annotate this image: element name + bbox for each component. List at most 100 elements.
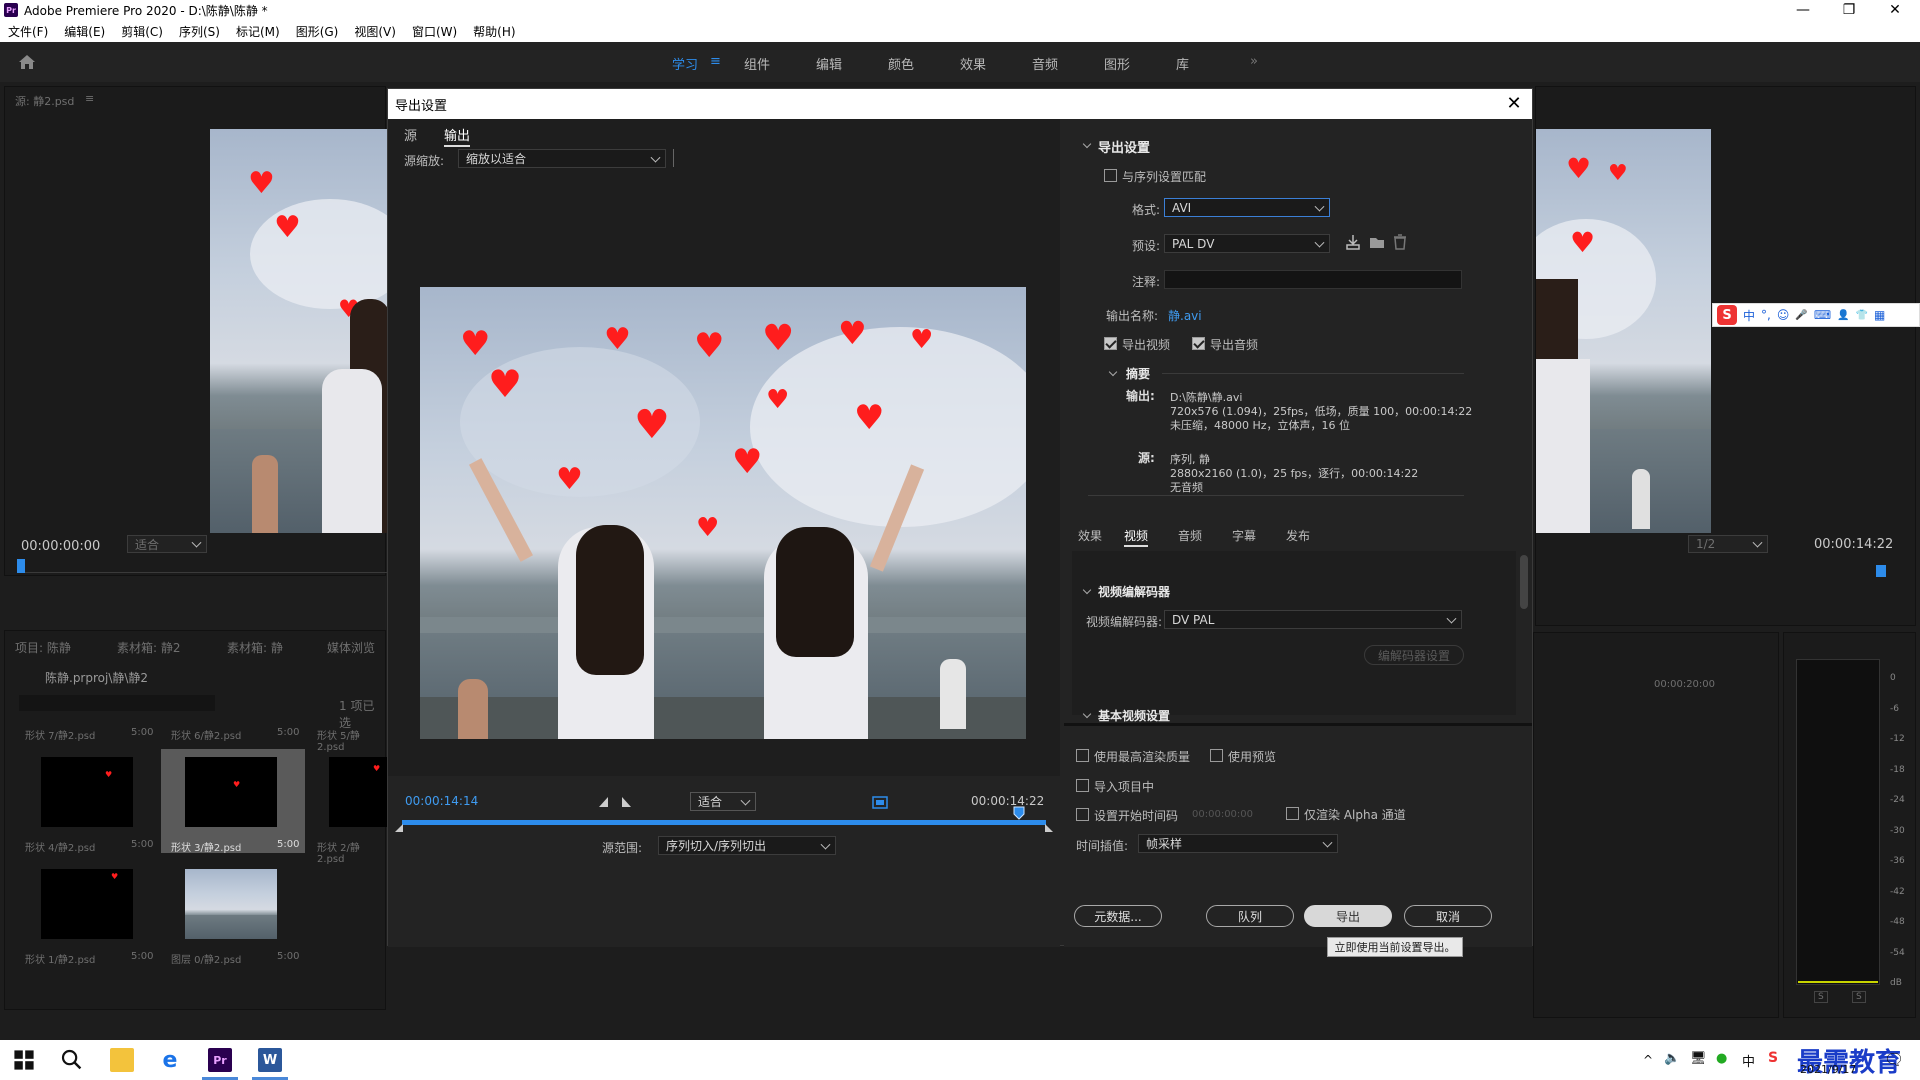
time-interpolation-select[interactable]: 帧采样: [1138, 834, 1338, 853]
close-button[interactable]: ✕: [1872, 0, 1918, 20]
source-range-select[interactable]: 序列切入/序列切出: [658, 836, 836, 855]
source-zoom-select[interactable]: 适合: [127, 535, 207, 553]
windows-start-icon[interactable]: [12, 1048, 36, 1072]
preview-fit-select[interactable]: 适合: [690, 792, 756, 811]
project-search-input[interactable]: [19, 695, 215, 711]
comment-input[interactable]: [1164, 270, 1462, 289]
panel-menu-icon[interactable]: ≡: [85, 92, 94, 105]
word-taskbar-icon[interactable]: W: [258, 1048, 282, 1072]
workspace-more-icon[interactable]: »: [1250, 54, 1258, 69]
export-settings-header[interactable]: 导出设置: [1098, 137, 1150, 156]
project-thumbnail[interactable]: ♥: [185, 757, 277, 827]
source-monitor-title[interactable]: 源: 静2.psd: [15, 93, 74, 109]
workspace-tab-assembly[interactable]: 组件: [744, 54, 770, 73]
file-explorer-icon[interactable]: [110, 1048, 134, 1072]
export-button[interactable]: 导出: [1304, 905, 1392, 927]
import-into-project-checkbox[interactable]: [1076, 779, 1089, 792]
set-start-timecode-checkbox[interactable]: [1076, 808, 1089, 821]
premiere-taskbar-icon[interactable]: Pr: [208, 1048, 232, 1072]
menu-clip[interactable]: 剪辑(C): [113, 23, 171, 40]
max-render-quality-checkbox[interactable]: [1076, 749, 1089, 762]
project-thumbnail[interactable]: ♥: [329, 757, 387, 827]
menu-markers[interactable]: 标记(M): [228, 23, 288, 40]
tray-ime-indicator[interactable]: 中: [1742, 1051, 1755, 1070]
menu-file[interactable]: 文件(F): [0, 23, 56, 40]
volume-icon[interactable]: 🔈: [1664, 1051, 1680, 1066]
queue-button[interactable]: 队列: [1206, 905, 1294, 927]
menu-help[interactable]: 帮助(H): [465, 23, 523, 40]
settings-tab-captions[interactable]: 字幕: [1232, 527, 1256, 544]
tab-output[interactable]: 输出: [444, 125, 471, 147]
source-scale-select[interactable]: 缩放以适合: [458, 149, 666, 168]
project-thumbnail[interactable]: ♥: [41, 757, 133, 827]
metadata-button[interactable]: 元数据...: [1074, 905, 1162, 927]
edge-browser-icon[interactable]: e: [158, 1048, 182, 1073]
program-zoom-select[interactable]: 1/2: [1688, 535, 1768, 553]
set-in-point-icon[interactable]: [598, 796, 610, 808]
project-tab[interactable]: 项目: 陈静: [15, 639, 71, 656]
project-thumbnail[interactable]: ♥: [41, 869, 133, 939]
delete-preset-icon[interactable]: [1392, 233, 1408, 251]
bin-tab-jing[interactable]: 素材箱: 静: [227, 639, 283, 656]
workspace-tab-learn[interactable]: 学习: [672, 54, 698, 73]
ime-toolbox-icon[interactable]: ▦: [1874, 308, 1885, 322]
tab-source[interactable]: 源: [404, 125, 417, 144]
taskbar-date[interactable]: 2021/9/17: [1800, 1063, 1856, 1076]
workspace-tab-libraries[interactable]: 库: [1176, 54, 1189, 73]
source-time-ruler[interactable]: [17, 561, 387, 573]
ime-emoji-icon[interactable]: ☺: [1777, 308, 1790, 322]
search-icon[interactable]: [60, 1048, 84, 1072]
ime-skin-icon[interactable]: 👕: [1856, 310, 1868, 321]
ime-user-icon[interactable]: 👤: [1837, 310, 1849, 321]
import-preset-icon[interactable]: [1368, 233, 1386, 251]
menu-edit[interactable]: 编辑(E): [56, 23, 113, 40]
settings-tab-publish[interactable]: 发布: [1286, 527, 1310, 544]
solo-button[interactable]: S: [1814, 991, 1828, 1003]
video-codec-select[interactable]: DV PAL: [1164, 610, 1462, 629]
dialog-close-icon[interactable]: ✕: [1504, 93, 1524, 114]
aspect-ratio-correction-icon[interactable]: [872, 794, 888, 810]
match-sequence-checkbox[interactable]: [1104, 169, 1117, 182]
source-playhead[interactable]: [17, 559, 25, 573]
export-range-bar[interactable]: [402, 820, 1046, 825]
in-point-handle[interactable]: [394, 823, 404, 833]
network-icon[interactable]: 🖥: [1690, 1051, 1707, 1066]
render-alpha-only-checkbox[interactable]: [1286, 807, 1299, 820]
workspace-menu-icon[interactable]: ≡: [710, 54, 721, 69]
sogou-tray-icon[interactable]: S: [1768, 1050, 1778, 1066]
workspace-tab-effects[interactable]: 效果: [960, 54, 986, 73]
cancel-button[interactable]: 取消: [1404, 905, 1492, 927]
workspace-tab-editing[interactable]: 编辑: [816, 54, 842, 73]
summary-header[interactable]: 摘要: [1126, 365, 1150, 382]
source-timecode[interactable]: 00:00:00:00: [21, 539, 100, 554]
set-out-point-icon[interactable]: [620, 796, 632, 808]
sogou-icon[interactable]: S: [1717, 305, 1737, 325]
menu-view[interactable]: 视图(V): [346, 23, 404, 40]
workspace-tab-graphics[interactable]: 图形: [1104, 54, 1130, 73]
out-point-handle[interactable]: [1044, 823, 1054, 833]
settings-tab-audio[interactable]: 音频: [1178, 527, 1202, 544]
export-video-checkbox[interactable]: [1104, 337, 1117, 350]
save-preset-icon[interactable]: [1344, 233, 1362, 251]
ime-lang-toggle[interactable]: 中: [1743, 307, 1755, 324]
menu-sequence[interactable]: 序列(S): [171, 23, 228, 40]
minimize-button[interactable]: —: [1780, 0, 1826, 20]
menu-graphics[interactable]: 图形(G): [288, 23, 347, 40]
home-icon[interactable]: [18, 54, 36, 70]
export-playhead[interactable]: [1013, 806, 1025, 820]
ime-voice-icon[interactable]: 🎤: [1795, 310, 1807, 321]
settings-scrollbar[interactable]: [1520, 555, 1528, 609]
settings-tab-video[interactable]: 视频: [1124, 527, 1149, 547]
start-timecode-value[interactable]: 00:00:00:00: [1192, 809, 1253, 820]
ime-punct-toggle[interactable]: °,: [1761, 308, 1771, 322]
settings-tab-effects[interactable]: 效果: [1078, 527, 1102, 544]
solo-button[interactable]: S: [1852, 991, 1866, 1003]
export-audio-checkbox[interactable]: [1192, 337, 1205, 350]
export-current-timecode[interactable]: 00:00:14:14: [405, 794, 478, 808]
program-timecode[interactable]: 00:00:14:22: [1814, 537, 1893, 552]
preset-select[interactable]: PAL DV: [1164, 234, 1330, 253]
tray-app-icon[interactable]: ●: [1716, 1051, 1727, 1066]
video-codec-header[interactable]: 视频编解码器: [1098, 583, 1170, 600]
ime-keyboard-icon[interactable]: ⌨: [1814, 308, 1831, 322]
program-playhead[interactable]: [1876, 565, 1886, 577]
